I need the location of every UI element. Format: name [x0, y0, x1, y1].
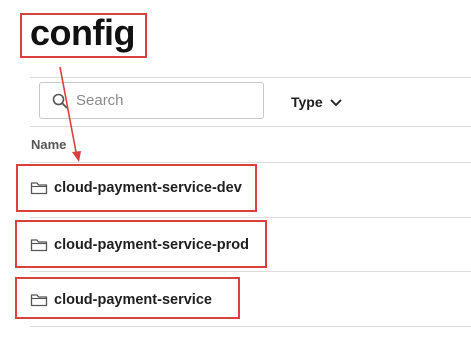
- annotation-arrow: [59, 66, 81, 162]
